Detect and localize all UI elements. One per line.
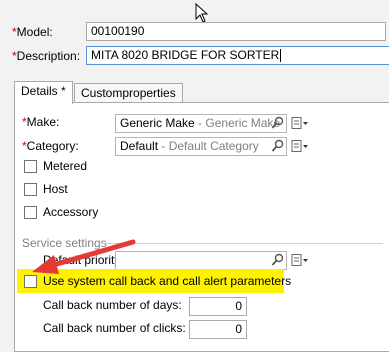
- model-field[interactable]: 00100190: [86, 22, 386, 41]
- model-label: *Model:: [12, 25, 53, 39]
- make-lookup-menu-icon[interactable]: [290, 116, 310, 130]
- category-combo[interactable]: Default - Default Category: [115, 137, 287, 156]
- make-label: *Make:: [22, 115, 60, 129]
- host-checkbox[interactable]: [24, 183, 37, 196]
- metered-checkbox[interactable]: [24, 160, 37, 173]
- red-arrow-icon: [32, 239, 136, 274]
- category-label: *Category:: [22, 139, 79, 153]
- callback-days-label: Call back number of days:: [43, 298, 182, 312]
- make-search-icon[interactable]: [271, 116, 285, 130]
- callback-clicks-input[interactable]: 0: [189, 320, 247, 339]
- tab-customproperties[interactable]: Customproperties: [74, 83, 183, 103]
- category-lookup-menu-icon[interactable]: [290, 139, 310, 153]
- callback-clicks-label: Call back number of clicks:: [43, 321, 186, 335]
- default-priority-combo[interactable]: [115, 251, 287, 270]
- accessory-label: Accessory: [43, 205, 99, 219]
- callback-days-input[interactable]: 0: [189, 297, 247, 316]
- priority-lookup-menu-icon[interactable]: [290, 253, 310, 267]
- mouse-cursor-icon: [195, 3, 209, 23]
- section-divider: [98, 243, 383, 244]
- host-label: Host: [43, 182, 68, 196]
- make-combo[interactable]: Generic Make - Generic Make: [115, 114, 287, 133]
- metered-label: Metered: [43, 159, 88, 173]
- priority-search-icon[interactable]: [271, 253, 285, 267]
- accessory-checkbox[interactable]: [24, 206, 37, 219]
- description-label: *Description:: [12, 49, 81, 63]
- description-field[interactable]: MITA 8020 BRIDGE FOR SORTER: [86, 46, 389, 65]
- tab-details[interactable]: Details *: [14, 81, 73, 104]
- category-search-icon[interactable]: [271, 139, 285, 153]
